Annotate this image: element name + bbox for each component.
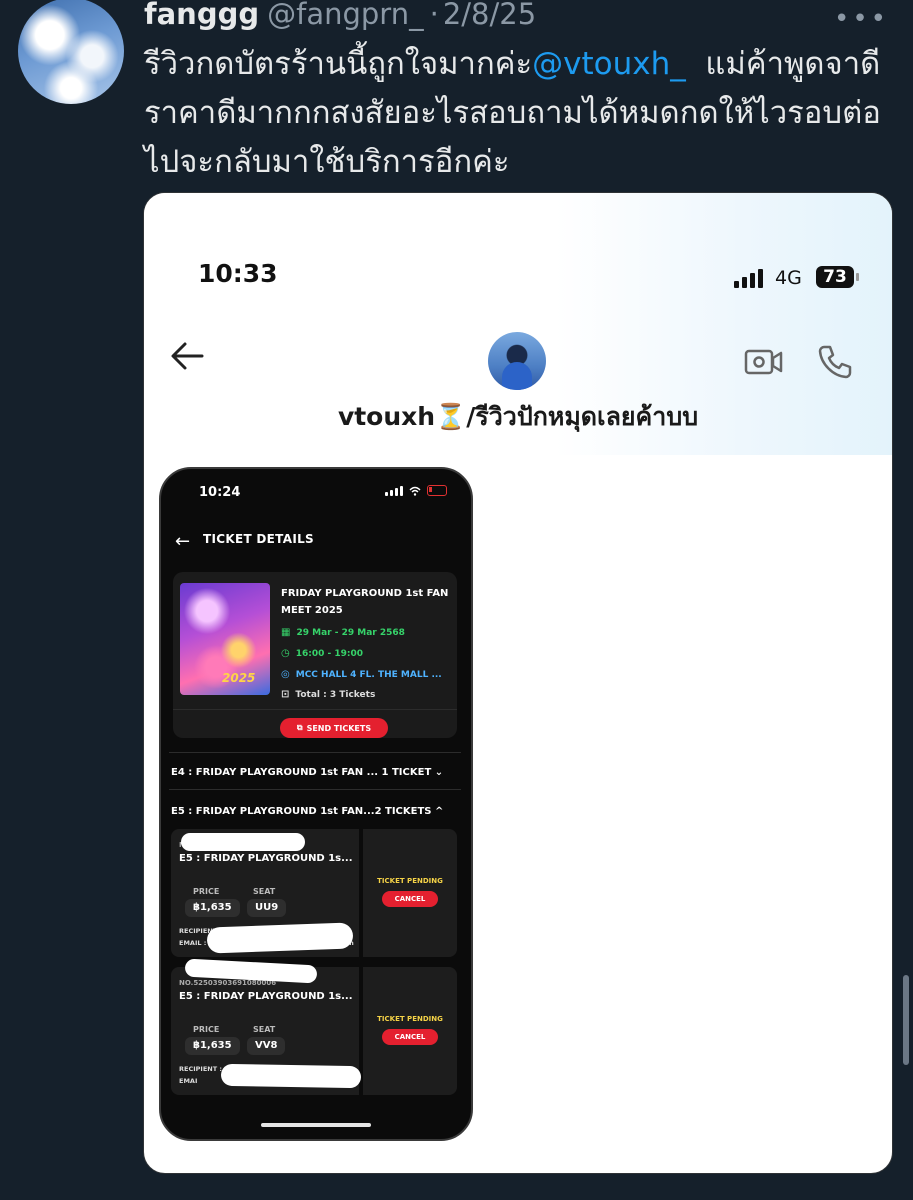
event-card: 2025 FRIDAY PLAYGROUND 1st FAN MEET 2025… <box>173 572 457 738</box>
event-time-row: ◷ 16:00 - 19:00 <box>281 648 363 659</box>
ticket-group-e4: E4 : FRIDAY PLAYGROUND 1st FAN ... 1 TIC… <box>171 767 461 778</box>
divider <box>169 752 461 753</box>
event-poster: 2025 <box>180 583 270 695</box>
network-label: 4G <box>775 267 802 289</box>
clock-icon: ◷ <box>281 648 290 659</box>
home-indicator <box>261 1123 371 1127</box>
tweet-text-part1: รีวิวกดบัตรร้านนี้ถูกใจมากค่ะ <box>144 46 533 82</box>
tweet-text: รีวิวกดบัตรร้านนี้ถูกใจมากค่ะ@vtouxh_ แม… <box>144 40 900 187</box>
battery-tip <box>856 273 859 281</box>
price-label: PRICE <box>193 887 220 896</box>
cancel-button: CANCEL <box>382 891 438 907</box>
inner-signal-icon <box>385 485 403 496</box>
ticket-details-title: TICKET DETAILS <box>203 532 314 546</box>
seat-value: VV8 <box>247 1037 286 1055</box>
tweet-media-image[interactable]: 10:33 4G 73 vtouxh⏳/รีวิวปักหมุดเลยค้าบบ… <box>143 192 893 1174</box>
divider <box>169 789 461 790</box>
chat-avatar[interactable] <box>488 332 546 390</box>
email-label: EMAIL : <box>179 939 207 947</box>
group-label: E5 : FRIDAY PLAYGROUND 1st FAN...2 TICKE… <box>171 806 432 817</box>
poster-year: 2025 <box>222 671 256 685</box>
price-label: PRICE <box>193 1025 220 1034</box>
chevron-down-icon: ⌄ <box>434 767 444 778</box>
video-call-icon[interactable] <box>744 347 784 377</box>
event-date-row: ▦ 29 Mar - 29 Mar 2568 <box>281 627 405 638</box>
event-time: 16:00 - 19:00 <box>295 648 364 659</box>
chat-header: 10:33 4G 73 vtouxh⏳/รีวิวปักหมุดเลยค้าบบ <box>144 193 892 455</box>
seat-value: UU9 <box>247 899 287 917</box>
ticket-screenshot: 10:24 ← TICKET DETAILS 2025 FRIDAY PLAYG… <box>159 467 473 1141</box>
scrollbar[interactable] <box>903 975 909 1065</box>
tweet-date[interactable]: 2/8/25 <box>443 0 536 31</box>
cancel-button: CANCEL <box>382 1029 438 1045</box>
seat-label: SEAT <box>253 887 276 896</box>
event-name: FRIDAY PLAYGROUND 1st FAN MEET 2025 <box>281 588 449 616</box>
inner-status-time: 10:24 <box>199 485 241 500</box>
calendar-icon: ▦ <box>281 627 291 638</box>
inner-status-icons <box>385 485 447 496</box>
redaction-mark <box>181 833 305 851</box>
inner-back-icon: ← <box>175 531 191 552</box>
chat-name: vtouxh⏳/รีวิวปักหมุดเลยค้าบบ <box>337 402 699 431</box>
price-value: ฿1,635 <box>185 899 240 917</box>
divider <box>173 709 457 710</box>
event-venue-row: ◎ MCC HALL 4 FL. THE MALL ... <box>281 669 442 680</box>
ticket-icon: ⊡ <box>281 689 290 700</box>
separator: · <box>429 0 439 31</box>
email-label: EMAI <box>179 1077 198 1085</box>
inner-wifi-icon <box>409 486 421 496</box>
battery-indicator: 73 <box>816 266 854 288</box>
ticket-status-panel: TICKET PENDING CANCEL <box>363 829 457 957</box>
external-link-icon: ⧉ <box>296 723 303 732</box>
send-tickets-label: SEND TICKETS <box>306 723 372 733</box>
ticket-name: E5 : FRIDAY PLAYGROUND 1s... <box>179 853 353 864</box>
ticket-group-e5: E5 : FRIDAY PLAYGROUND 1st FAN...2 TICKE… <box>171 806 461 817</box>
inner-battery-icon <box>427 485 447 496</box>
group-label: E4 : FRIDAY PLAYGROUND 1st FAN ... 1 TIC… <box>171 767 432 778</box>
phone-call-icon[interactable] <box>816 343 854 381</box>
send-tickets-button: ⧉ SEND TICKETS <box>280 718 388 738</box>
price-value: ฿1,635 <box>185 1037 240 1055</box>
tweet-header: fanggg @fangprn_ · 2/8/25 <box>144 0 536 34</box>
event-venue: MCC HALL 4 FL. THE MALL ... <box>295 669 442 680</box>
back-arrow-icon[interactable] <box>170 341 204 371</box>
location-icon: ◎ <box>281 669 290 680</box>
ticket-status-panel: TICKET PENDING CANCEL <box>363 967 457 1095</box>
event-total: Total : 3 Tickets <box>295 689 376 700</box>
chevron-up-icon: ^ <box>434 806 444 817</box>
ticket-pending-label: TICKET PENDING <box>377 877 443 885</box>
ticket-pending-label: TICKET PENDING <box>377 1015 443 1023</box>
event-total-row: ⊡ Total : 3 Tickets <box>281 689 375 700</box>
signal-icon <box>734 269 763 288</box>
mention-link[interactable]: @vtouxh_ <box>532 46 686 82</box>
author-name[interactable]: fanggg <box>144 0 259 31</box>
author-handle[interactable]: @fangprn_ <box>267 0 423 31</box>
redaction-mark <box>220 1063 362 1089</box>
more-horizontal-icon[interactable]: ••• <box>834 4 889 34</box>
author-avatar[interactable] <box>18 0 124 104</box>
seat-label: SEAT <box>253 1025 276 1034</box>
redaction-mark <box>206 922 354 954</box>
status-time: 10:33 <box>198 259 278 288</box>
event-date: 29 Mar - 29 Mar 2568 <box>296 627 405 638</box>
ticket-name: E5 : FRIDAY PLAYGROUND 1s... <box>179 991 353 1002</box>
